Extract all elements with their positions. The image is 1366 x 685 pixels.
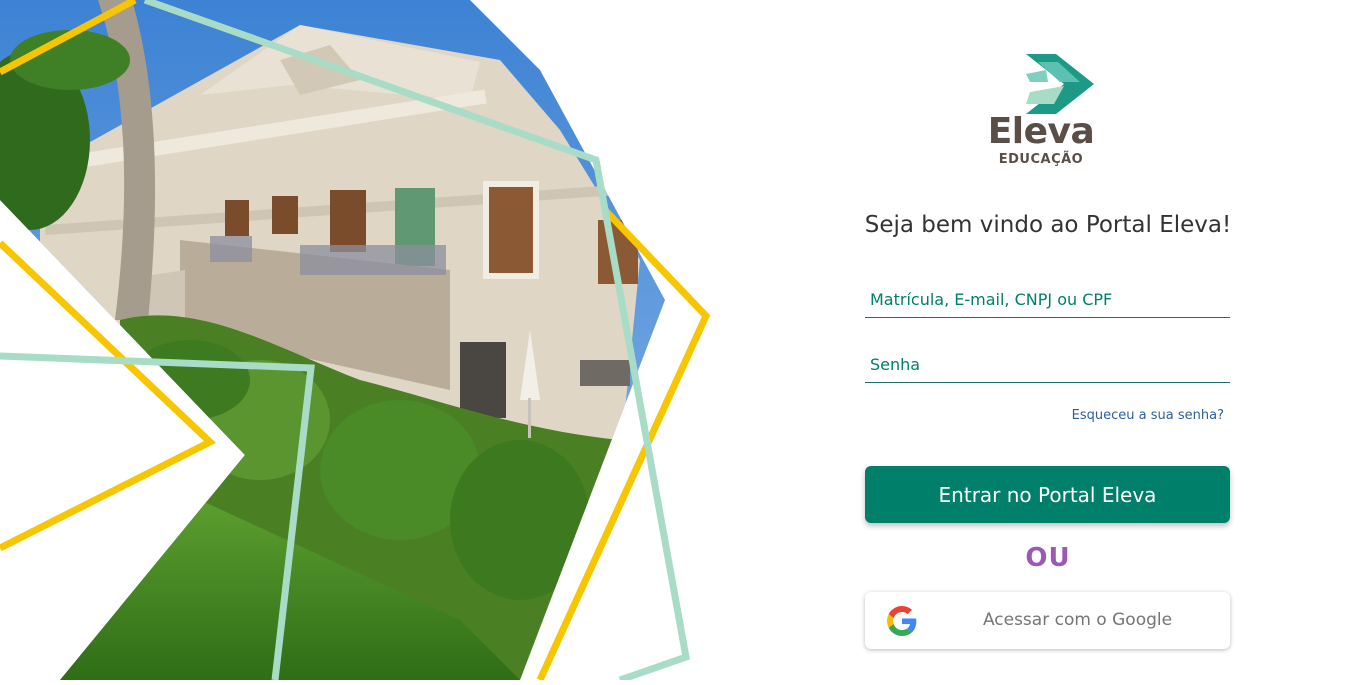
brand-subtitle: EDUCAÇÃO — [998, 152, 1084, 167]
forgot-password-link[interactable]: Esqueceu a sua senha? — [1072, 408, 1224, 423]
google-login-button[interactable]: Acessar com o Google — [865, 592, 1230, 649]
eleva-chevron-logo-icon — [1026, 54, 1094, 114]
google-login-label: Acessar com o Google — [982, 610, 1173, 630]
google-g-icon — [887, 606, 917, 636]
hero-building-illustration — [0, 0, 711, 684]
login-panel: Eleva EDUCAÇÃO Seja bem vindo ao Portal … — [860, 0, 1240, 680]
login-button[interactable]: Entrar no Portal Eleva — [865, 466, 1230, 523]
user-id-input[interactable] — [865, 282, 1230, 318]
or-separator: OU — [1025, 543, 1071, 573]
welcome-heading: Seja bem vindo ao Portal Eleva! — [864, 212, 1232, 238]
hero-photo — [0, 0, 720, 684]
brand-logo: Eleva EDUCAÇÃO — [986, 52, 1096, 172]
password-input[interactable] — [865, 347, 1230, 383]
brand-name: Eleva — [987, 111, 1095, 152]
